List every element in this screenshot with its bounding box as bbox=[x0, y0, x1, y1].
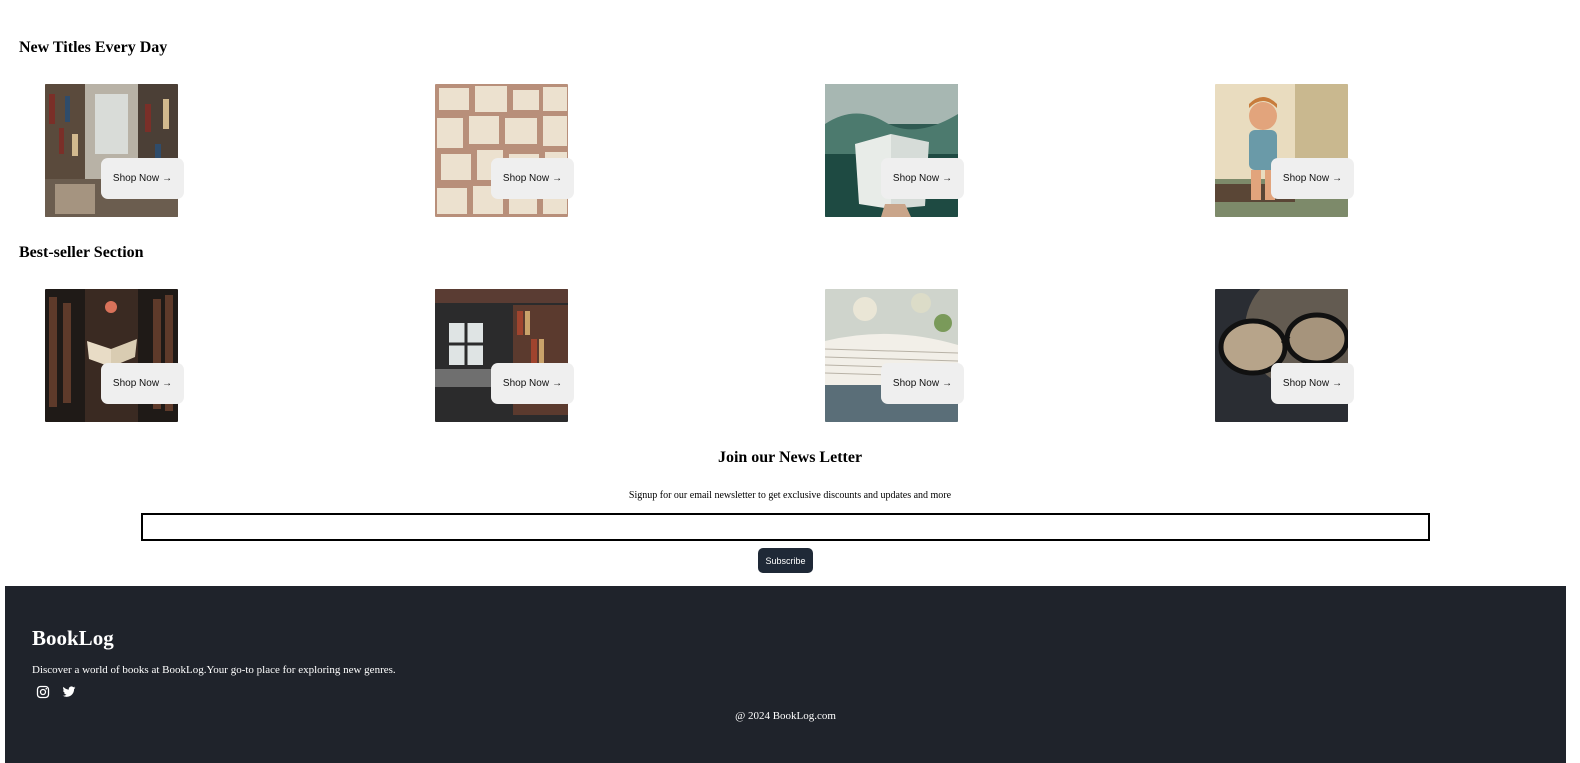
section-title-best-sellers: Best-seller Section bbox=[19, 244, 144, 261]
shop-now-label: Shop Now bbox=[1282, 378, 1330, 389]
shop-now-button[interactable]: Shop Now → bbox=[101, 363, 184, 404]
arrow-right-icon: → bbox=[552, 173, 563, 184]
section-title-new-titles: New Titles Every Day bbox=[19, 39, 168, 56]
new-titles-grid: Shop Now → Shop Now → Shop Now → Shop No… bbox=[0, 84, 1580, 217]
newsletter-description: Signup for our email newsletter to get e… bbox=[628, 490, 952, 501]
shop-now-button[interactable]: Shop Now → bbox=[491, 158, 574, 199]
book-card: Shop Now → bbox=[1215, 84, 1405, 217]
book-card: Shop Now → bbox=[825, 289, 1015, 422]
book-card: Shop Now → bbox=[45, 289, 235, 422]
shop-now-label: Shop Now bbox=[502, 173, 550, 184]
shop-now-label: Shop Now bbox=[1282, 173, 1330, 184]
arrow-right-icon: → bbox=[1332, 173, 1343, 184]
shop-now-button[interactable]: Shop Now → bbox=[881, 158, 964, 199]
book-card: Shop Now → bbox=[1215, 289, 1405, 422]
shop-now-button[interactable]: Shop Now → bbox=[1271, 363, 1354, 404]
shop-now-button[interactable]: Shop Now → bbox=[881, 363, 964, 404]
shop-now-label: Shop Now bbox=[112, 173, 160, 184]
footer: BookLog Discover a world of books at Boo… bbox=[5, 586, 1566, 763]
social-links bbox=[36, 685, 76, 699]
shop-now-button[interactable]: Shop Now → bbox=[101, 158, 184, 199]
arrow-right-icon: → bbox=[942, 378, 953, 389]
twitter-icon[interactable] bbox=[62, 685, 76, 699]
shop-now-label: Shop Now bbox=[502, 378, 550, 389]
arrow-right-icon: → bbox=[552, 378, 563, 389]
subscribe-button[interactable]: Subscribe bbox=[758, 548, 813, 573]
shop-now-label: Shop Now bbox=[112, 378, 160, 389]
best-sellers-grid: Shop Now → Shop Now → Shop Now → Shop No… bbox=[0, 289, 1580, 422]
arrow-right-icon: → bbox=[942, 173, 953, 184]
arrow-right-icon: → bbox=[162, 378, 173, 389]
book-card: Shop Now → bbox=[825, 84, 1015, 217]
shop-now-label: Shop Now bbox=[892, 378, 940, 389]
book-card: Shop Now → bbox=[435, 84, 625, 217]
instagram-icon[interactable] bbox=[36, 685, 50, 699]
shop-now-button[interactable]: Shop Now → bbox=[491, 363, 574, 404]
book-card: Shop Now → bbox=[45, 84, 235, 217]
newsletter-title: Join our News Letter bbox=[717, 449, 863, 466]
shop-now-label: Shop Now bbox=[892, 173, 940, 184]
shop-now-button[interactable]: Shop Now → bbox=[1271, 158, 1354, 199]
arrow-right-icon: → bbox=[162, 173, 173, 184]
book-card: Shop Now → bbox=[435, 289, 625, 422]
email-input[interactable] bbox=[141, 513, 1430, 541]
copyright-text: @ 2024 BookLog.com bbox=[735, 710, 836, 722]
footer-tagline: Discover a world of books at BookLog.You… bbox=[32, 664, 396, 676]
footer-brand: BookLog bbox=[32, 626, 114, 650]
arrow-right-icon: → bbox=[1332, 378, 1343, 389]
